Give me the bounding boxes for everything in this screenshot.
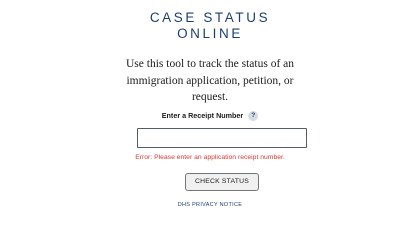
dhs-privacy-notice-link[interactable]: DHS PRIVACY NOTICE — [0, 201, 420, 209]
error-message: Error: Please enter an application recei… — [135, 154, 285, 161]
page-title-line2: ONLINE — [177, 26, 243, 41]
check-status-button[interactable]: CHECK STATUS — [185, 173, 259, 191]
case-status-page: CASE STATUS ONLINE Use this tool to trac… — [0, 0, 420, 220]
description-line1: Use this tool to track the status of an — [126, 58, 294, 70]
description-line3: request. — [191, 91, 229, 103]
receipt-label-row: Enter a Receipt Number? — [0, 111, 420, 122]
description-line2: immigration application, petition, or — [126, 74, 294, 87]
receipt-number-label: Enter a Receipt Number — [161, 111, 244, 120]
receipt-number-input[interactable] — [137, 128, 307, 148]
help-icon[interactable]: ? — [248, 111, 259, 122]
page-title-line1: CASE STATUS — [149, 10, 271, 25]
